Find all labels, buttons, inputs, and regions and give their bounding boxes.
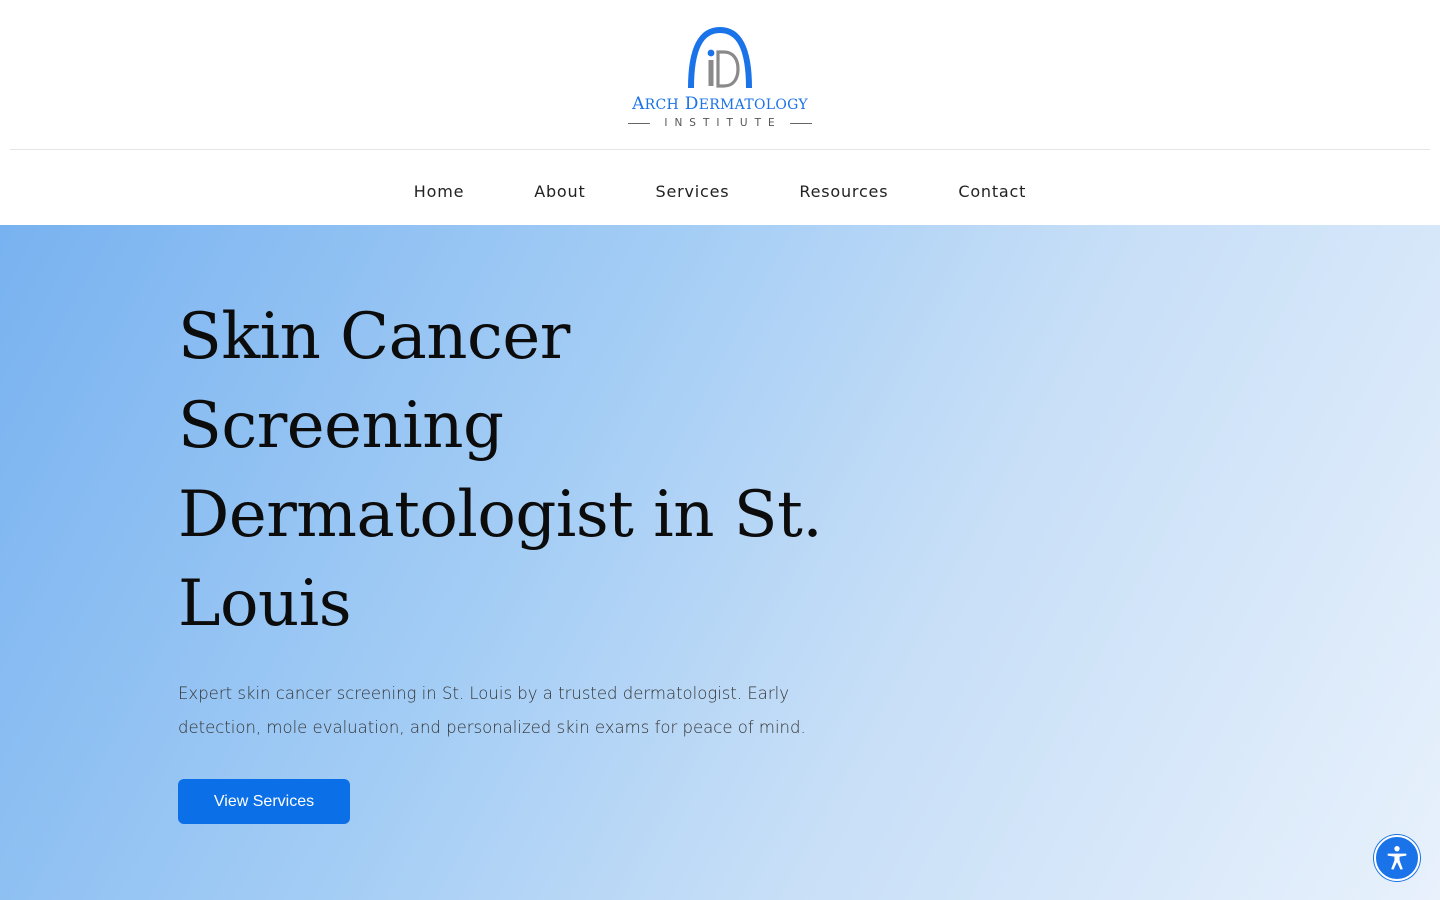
accessibility-button[interactable] xyxy=(1374,835,1420,881)
logo-subtitle: INSTITUTE xyxy=(628,117,812,129)
nav-item-resources[interactable]: Resources xyxy=(799,170,888,214)
hero-content: Skin Cancer Screening Dermatologist in S… xyxy=(178,293,838,824)
nav-item-about[interactable]: About xyxy=(534,170,585,214)
main-nav: Home About Services Resources Contact xyxy=(0,170,1440,214)
arch-logo-icon xyxy=(688,26,752,89)
logo-title: ARCH DERMATOLOGY xyxy=(632,94,808,114)
hero-title: Skin Cancer Screening Dermatologist in S… xyxy=(178,300,823,641)
logo-rule-left xyxy=(628,122,651,124)
header-divider xyxy=(10,149,1430,150)
hero-section: Skin Cancer Screening Dermatologist in S… xyxy=(0,225,1440,900)
logo-link[interactable]: ARCH DERMATOLOGY INSTITUTE xyxy=(620,26,820,136)
site-header: ARCH DERMATOLOGY INSTITUTE Home About Se… xyxy=(0,0,1440,225)
logo-rule-right xyxy=(789,122,812,124)
accessibility-person-icon xyxy=(1387,845,1407,870)
nav-item-home[interactable]: Home xyxy=(414,170,464,214)
nav-item-contact[interactable]: Contact xyxy=(958,170,1026,214)
nav-item-services[interactable]: Services xyxy=(656,170,730,214)
logo-subtitle-text: INSTITUTE xyxy=(664,117,782,129)
hero-description: Expert skin cancer screening in St. Loui… xyxy=(178,684,806,737)
view-services-button[interactable]: View Services xyxy=(178,779,350,824)
